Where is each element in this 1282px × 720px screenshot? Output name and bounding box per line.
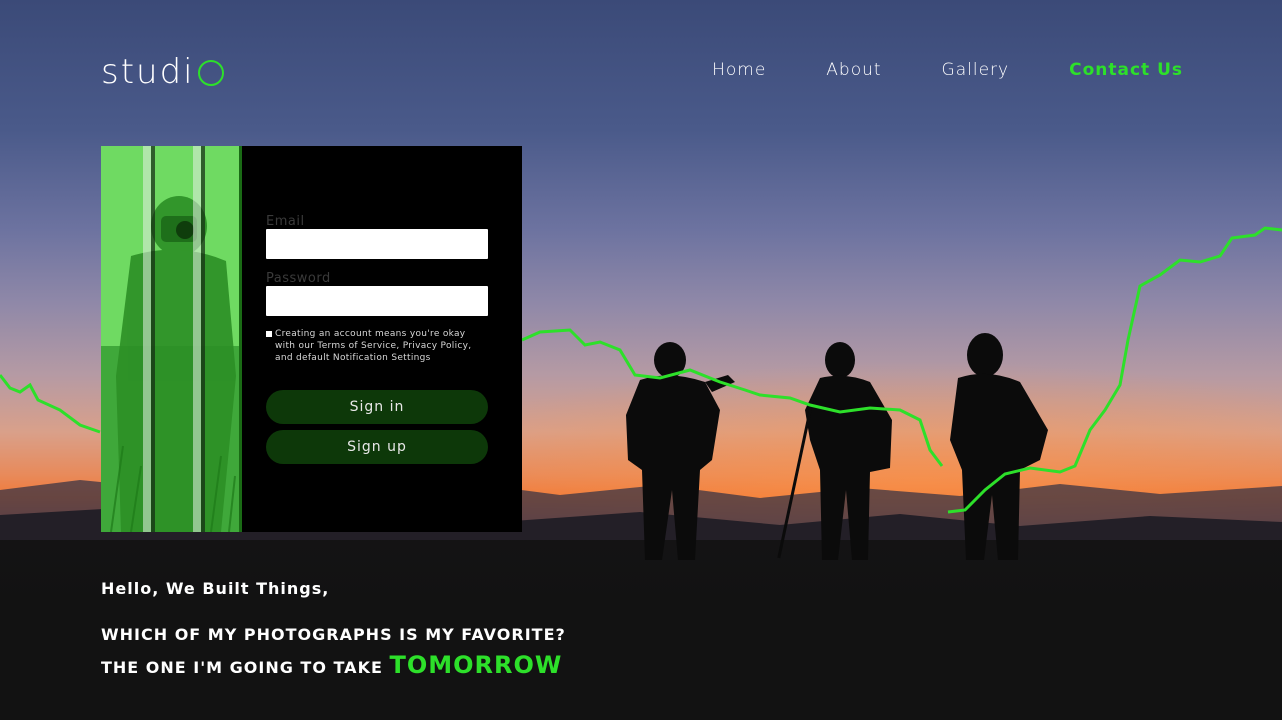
sign-in-button[interactable]: Sign in [266, 390, 488, 424]
photo-stripe [143, 146, 151, 532]
studio-logo[interactable]: studi [101, 52, 224, 92]
logo-o-circle [197, 60, 224, 86]
quote-line-2: THE ONE I'M GOING TO TAKE TOMORROW [101, 650, 566, 683]
quote-highlight: TOMORROW [389, 651, 563, 679]
photographer-image [101, 146, 242, 532]
nav-contact-us[interactable]: Contact Us [1069, 60, 1183, 80]
terms-text: Creating an account means you're okay wi… [275, 329, 472, 363]
terms-agreement: Creating an account means you're okay wi… [266, 328, 488, 364]
photo-stripe [201, 146, 205, 532]
quote-line-2-prefix: THE ONE I'M GOING TO TAKE [101, 658, 383, 677]
card-photo-panel [101, 146, 242, 532]
email-field[interactable] [266, 229, 488, 259]
quote-line-1: WHICH OF MY PHOTOGRAPHS IS MY FAVORITE? [101, 625, 566, 644]
nav-home[interactable]: Home [712, 60, 766, 80]
sign-up-button[interactable]: Sign up [266, 430, 488, 464]
main-nav: Home About Gallery Contact Us [712, 60, 1183, 80]
email-label: Email [266, 214, 305, 229]
password-field[interactable] [266, 286, 488, 316]
login-form: Email Password Creating an account means… [242, 146, 522, 532]
login-card: Email Password Creating an account means… [101, 146, 522, 532]
nav-about[interactable]: About [826, 60, 881, 80]
hero-quote: WHICH OF MY PHOTOGRAPHS IS MY FAVORITE? … [101, 620, 566, 683]
logo-text: studi [101, 52, 195, 92]
nav-gallery[interactable]: Gallery [942, 60, 1010, 80]
terms-checkbox[interactable] [266, 331, 272, 337]
photo-stripe [193, 146, 201, 532]
photo-stripe [151, 146, 155, 532]
password-label: Password [266, 271, 331, 286]
greeting-heading: Hello, We Built Things, [101, 579, 330, 598]
